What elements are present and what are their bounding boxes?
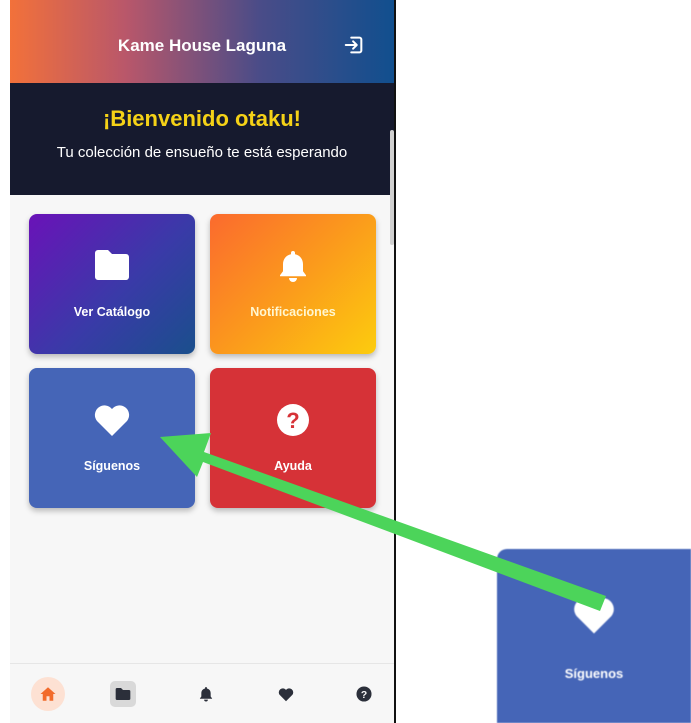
svg-text:?: ? bbox=[361, 690, 367, 701]
nav-follow[interactable] bbox=[269, 677, 303, 711]
bottom-navigation: ? bbox=[10, 663, 394, 723]
help-card[interactable]: ? Ayuda bbox=[210, 368, 376, 508]
folder-icon bbox=[115, 688, 131, 700]
welcome-banner: ¡Bienvenido otaku! Tu colección de ensue… bbox=[10, 83, 394, 195]
folder-icon bbox=[29, 249, 195, 283]
heart-icon bbox=[497, 595, 691, 635]
notifications-card-label: Notificaciones bbox=[250, 305, 336, 319]
notifications-card[interactable]: Notificaciones bbox=[210, 214, 376, 354]
heart-icon bbox=[278, 687, 294, 701]
nav-catalog[interactable] bbox=[110, 681, 136, 707]
app-title: Kame House Laguna bbox=[117, 36, 287, 55]
home-icon bbox=[40, 687, 56, 701]
logout-icon[interactable] bbox=[343, 34, 365, 56]
catalog-card[interactable]: Ver Catálogo bbox=[29, 214, 195, 354]
svg-text:?: ? bbox=[286, 408, 299, 433]
help-icon: ? bbox=[210, 403, 376, 437]
help-icon: ? bbox=[356, 686, 372, 702]
follow-us-card-label: Síguenos bbox=[83, 459, 141, 473]
nav-notifications[interactable] bbox=[189, 677, 223, 711]
zoomed-follow-us-card: Síguenos bbox=[497, 549, 691, 723]
catalog-card-label: Ver Catálogo bbox=[73, 305, 151, 319]
welcome-subtitle: Tu colección de ensueño te está esperand… bbox=[56, 144, 348, 161]
phone-screen: Kame House Laguna ¡Bienvenido otaku! Tu … bbox=[10, 0, 394, 723]
follow-us-card[interactable]: Síguenos bbox=[29, 368, 195, 508]
heart-icon bbox=[29, 403, 195, 437]
app-bar: Kame House Laguna bbox=[10, 0, 394, 83]
nav-home[interactable] bbox=[31, 677, 65, 711]
nav-help[interactable]: ? bbox=[347, 677, 381, 711]
help-card-label: Ayuda bbox=[274, 459, 312, 473]
bell-icon bbox=[199, 687, 213, 702]
zoomed-card-label: Síguenos bbox=[564, 666, 624, 681]
bell-icon bbox=[210, 249, 376, 283]
screen-divider bbox=[394, 0, 396, 723]
welcome-title: ¡Bienvenido otaku! bbox=[102, 106, 301, 131]
